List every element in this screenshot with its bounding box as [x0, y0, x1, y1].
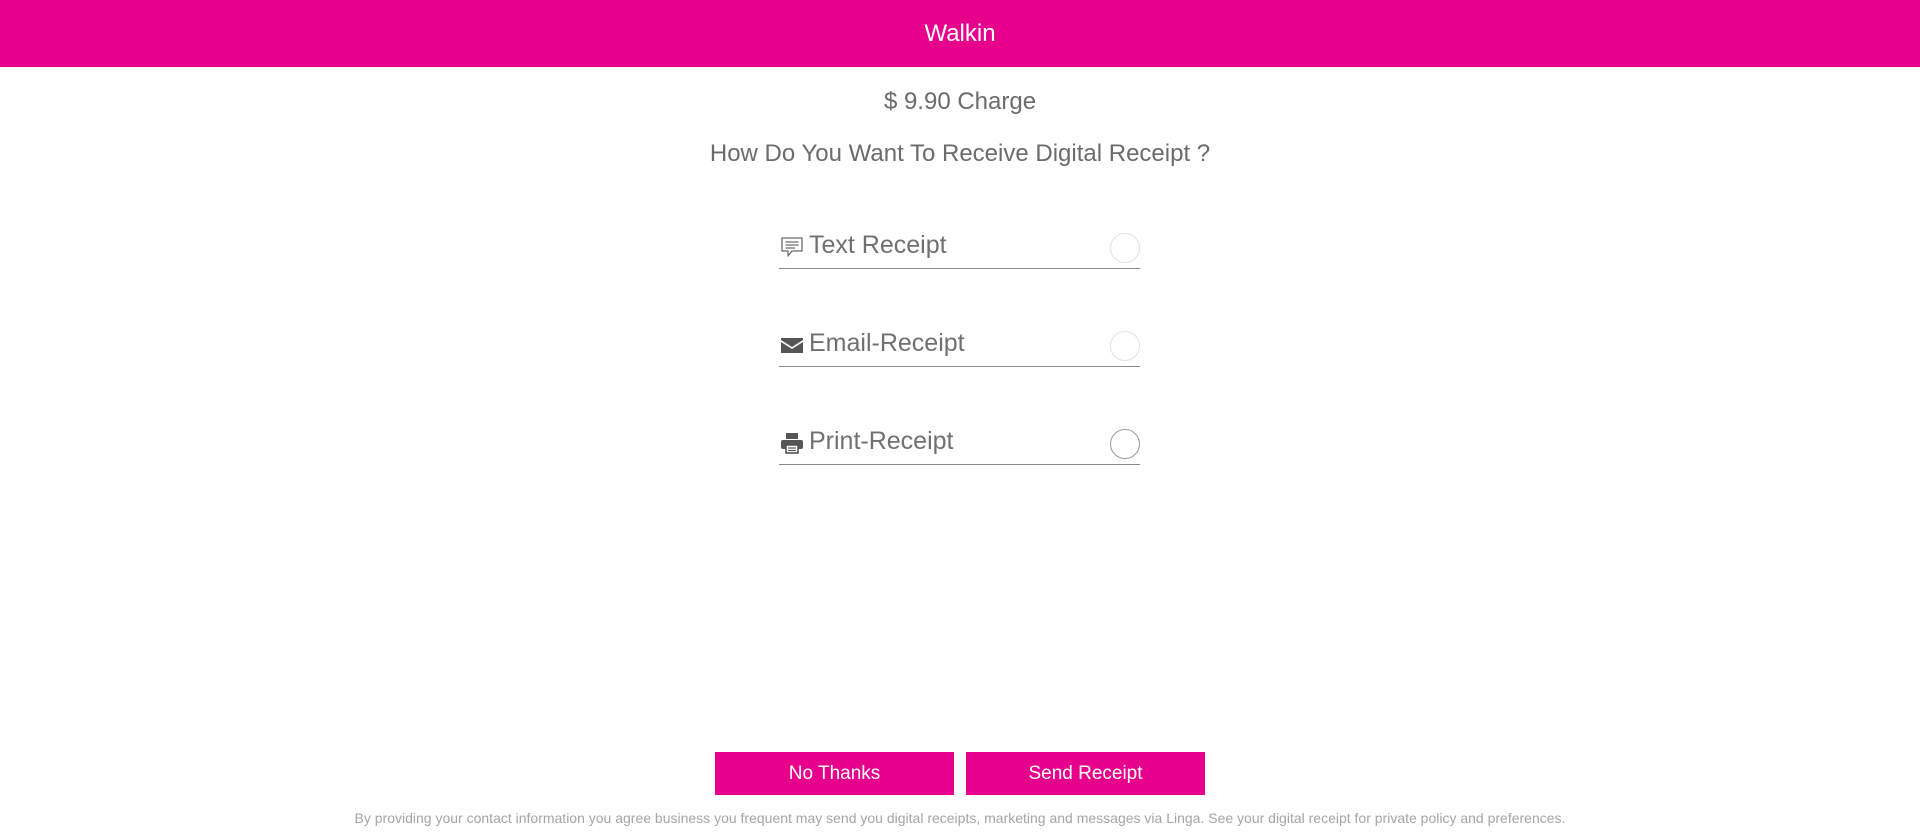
option-email-receipt[interactable]: Email-Receipt [779, 326, 1140, 367]
send-receipt-button[interactable]: Send Receipt [966, 752, 1205, 795]
receipt-question: How Do You Want To Receive Digital Recei… [709, 140, 1211, 167]
disclaimer-text: By providing your contact information yo… [354, 810, 1566, 826]
charge-amount: $ 9.90 Charge [883, 88, 1037, 115]
radio-text-receipt[interactable] [1110, 233, 1140, 263]
envelope-icon [780, 333, 804, 357]
chat-bubble-icon [780, 235, 804, 259]
header-bar: Walkin [0, 0, 1920, 67]
option-label: Print-Receipt [809, 427, 954, 455]
no-thanks-button[interactable]: No Thanks [715, 752, 954, 795]
option-label: Text Receipt [809, 231, 947, 259]
radio-print-receipt[interactable] [1110, 429, 1140, 459]
option-label: Email-Receipt [809, 329, 965, 357]
option-text-receipt[interactable]: Text Receipt [779, 228, 1140, 269]
page-title: Walkin [924, 19, 996, 47]
radio-email-receipt[interactable] [1110, 331, 1140, 361]
option-print-receipt[interactable]: Print-Receipt [779, 424, 1140, 465]
printer-icon [780, 431, 804, 455]
